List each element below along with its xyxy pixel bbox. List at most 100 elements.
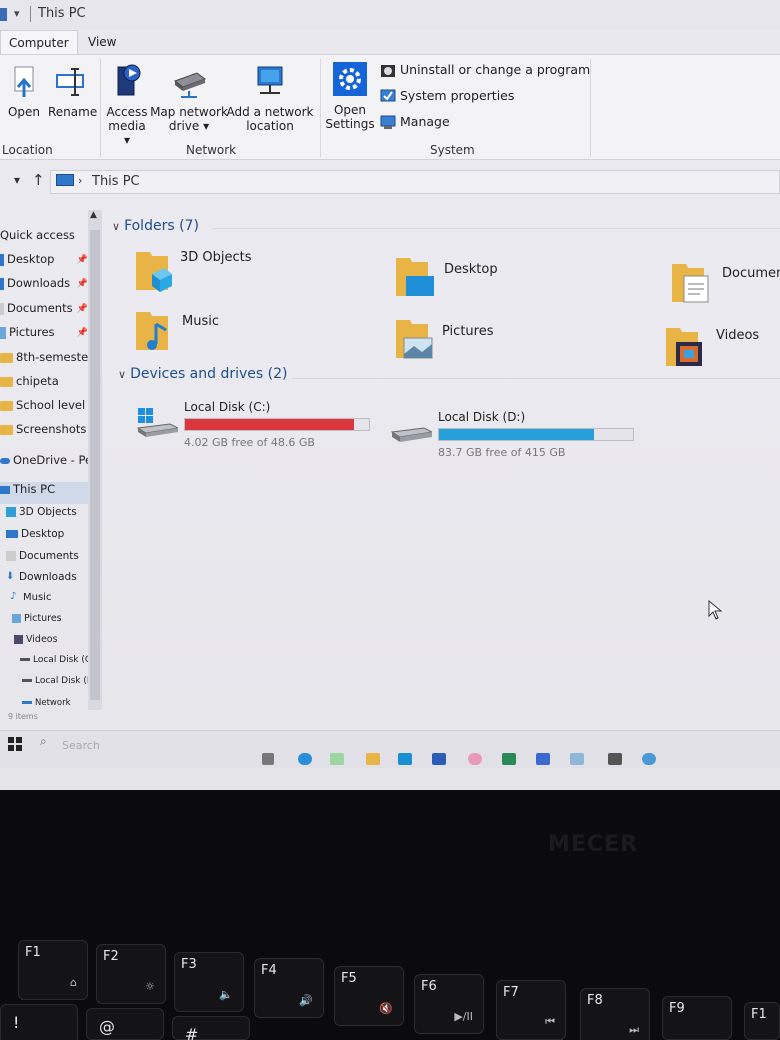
nav-scrollbar[interactable]: ▲ xyxy=(88,210,102,710)
key-function-icon: ⏭ xyxy=(629,1023,639,1036)
nav-item-onedrive[interactable]: OneDrive - Persor xyxy=(0,453,102,475)
key-label: F4 xyxy=(261,963,277,978)
app-icon[interactable] xyxy=(608,753,622,765)
pin-icon[interactable]: 📌 xyxy=(77,279,88,289)
scroll-up-icon[interactable]: ▲ xyxy=(90,210,97,220)
folder-label: Music xyxy=(182,314,219,329)
scrollbar-thumb[interactable] xyxy=(90,230,100,700)
3d-objects-folder-icon xyxy=(136,252,172,292)
nav-item-desktop[interactable]: Desktop 📌 xyxy=(0,252,102,274)
nav-item-screenshots[interactable]: Screenshots xyxy=(0,422,102,444)
quick-access-toolbar-chevron[interactable]: ▾ xyxy=(14,7,20,20)
file-explorer-icon[interactable] xyxy=(366,753,380,765)
app-icon[interactable] xyxy=(642,753,656,765)
nav-item-local-disk-d[interactable]: Local Disk (D:) xyxy=(0,676,102,698)
nav-item-documents[interactable]: Documents 📌 xyxy=(0,301,102,323)
tab-computer[interactable]: Computer xyxy=(0,30,78,54)
nav-item-network[interactable]: Network xyxy=(0,698,102,710)
map-network-drive-button[interactable]: Map network drive ▾ xyxy=(150,63,228,133)
collapse-chevron-icon[interactable]: ∨ xyxy=(118,368,126,381)
drive-local-disk-d[interactable]: Local Disk (D:) 83.7 GB free of 415 GB xyxy=(390,410,640,460)
nav-item-pictures[interactable]: Pictures 📌 xyxy=(0,325,102,347)
folder-3d-objects[interactable]: 3D Objects xyxy=(134,248,314,298)
nav-item-label: Documents xyxy=(19,550,79,562)
folders-section-header[interactable]: ∨ Folders (7) xyxy=(112,218,199,234)
nav-item-local-disk-c[interactable]: Local Disk (C:) xyxy=(0,655,102,677)
uninstall-program-button[interactable]: Uninstall or change a program xyxy=(380,61,590,81)
nav-item-pc-downloads[interactable]: ⬇ Downloads xyxy=(0,571,102,593)
task-view-icon[interactable] xyxy=(262,753,274,765)
manage-button[interactable]: Manage xyxy=(380,113,450,133)
system-properties-button[interactable]: System properties xyxy=(380,87,514,107)
taskbar-search-box[interactable]: Search xyxy=(62,739,100,752)
key-f4[interactable]: F4 🔊 xyxy=(254,958,324,1018)
nav-item-music[interactable]: ♪ Music xyxy=(0,592,102,614)
key-f1[interactable]: F1 ⌂ xyxy=(18,940,88,1000)
desktop-icon xyxy=(0,253,4,266)
key-f5[interactable]: F5 🔇 xyxy=(334,966,404,1026)
access-media-button[interactable]: Access media ▾ xyxy=(104,63,150,147)
key-exclamation[interactable]: ! xyxy=(0,1004,78,1040)
nav-item-chipeta[interactable]: chipeta xyxy=(0,374,102,396)
breadcrumb-chevron-icon[interactable]: › xyxy=(78,174,82,187)
app-icon[interactable] xyxy=(330,753,344,765)
excel-icon[interactable] xyxy=(502,753,516,765)
folder-videos[interactable]: Videos xyxy=(664,324,780,374)
recent-locations-chevron-icon[interactable]: ▾ xyxy=(14,173,20,187)
documents-icon xyxy=(6,551,16,561)
search-icon[interactable]: ⌕ xyxy=(40,734,47,749)
nav-item-label: Network xyxy=(35,698,71,708)
key-f10[interactable]: F1 xyxy=(744,1002,780,1040)
nav-item-downloads[interactable]: Downloads 📌 xyxy=(0,276,102,298)
section-divider xyxy=(212,228,780,229)
nav-item-label: Pictures xyxy=(24,613,62,624)
nav-item-pc-pictures[interactable]: Pictures xyxy=(0,613,102,635)
collapse-chevron-icon[interactable]: ∨ xyxy=(112,220,120,233)
open-settings-button[interactable]: Open Settings xyxy=(324,61,376,131)
store-icon[interactable] xyxy=(398,753,412,765)
open-button[interactable]: Open xyxy=(2,65,46,119)
up-arrow-icon[interactable]: ↑ xyxy=(32,171,45,189)
key-f6[interactable]: F6 ▶/II xyxy=(414,974,484,1034)
pin-icon[interactable]: 📌 xyxy=(77,328,88,338)
access-media-label: Access media ▾ xyxy=(106,105,148,147)
word-icon[interactable] xyxy=(432,753,446,765)
drives-section-header[interactable]: ∨ Devices and drives (2) xyxy=(118,366,287,382)
folder-documents[interactable]: Documen xyxy=(670,260,780,310)
add-network-location-button[interactable]: Add a network location xyxy=(226,63,314,133)
nav-item-pc-desktop[interactable]: Desktop xyxy=(0,528,102,550)
windows-drive-icon xyxy=(136,408,178,437)
folder-desktop[interactable]: Desktop xyxy=(394,254,574,304)
key-f2[interactable]: F2 ☼ xyxy=(96,944,166,1004)
nav-item-school-level-4[interactable]: School level 4 xyxy=(0,398,102,420)
address-field[interactable] xyxy=(50,170,780,194)
pin-icon[interactable]: 📌 xyxy=(77,304,88,314)
app-icon[interactable] xyxy=(570,753,584,765)
rename-button[interactable]: Rename xyxy=(48,65,97,119)
key-f9[interactable]: F9 xyxy=(662,996,732,1040)
nav-quick-access[interactable]: Quick access xyxy=(0,228,102,250)
nav-item-this-pc[interactable]: This PC xyxy=(0,482,102,504)
app-icon[interactable] xyxy=(536,753,550,765)
drive-local-disk-c[interactable]: Local Disk (C:) 4.02 GB free of 48.6 GB xyxy=(136,400,376,450)
nav-item-3d-objects[interactable]: 3D Objects xyxy=(0,506,102,528)
key-f7[interactable]: F7 ⏮ xyxy=(496,980,566,1040)
nav-item-8th-semester[interactable]: 8th-semester xyxy=(0,350,102,372)
nav-item-pc-documents[interactable]: Documents xyxy=(0,550,102,572)
nav-item-label: Pictures xyxy=(9,325,55,339)
key-f8[interactable]: F8 ⏭ xyxy=(580,988,650,1040)
folder-music[interactable]: Music xyxy=(134,308,314,358)
breadcrumb-this-pc[interactable]: This PC xyxy=(92,174,140,189)
key-hash[interactable]: # xyxy=(172,1016,250,1040)
windows-start-icon[interactable] xyxy=(8,737,22,751)
edge-browser-icon[interactable] xyxy=(298,753,312,765)
drive-icon xyxy=(20,658,30,661)
key-at[interactable]: @ xyxy=(86,1008,164,1040)
app-icon[interactable] xyxy=(468,753,482,765)
key-f3[interactable]: F3 🔈 xyxy=(174,952,244,1012)
nav-item-videos[interactable]: Videos xyxy=(0,634,102,656)
address-bar: ▾ ↑ › This PC xyxy=(0,168,780,196)
pin-icon[interactable]: 📌 xyxy=(77,255,88,265)
tab-view[interactable]: View xyxy=(80,30,124,54)
folder-pictures[interactable]: Pictures xyxy=(394,316,574,366)
